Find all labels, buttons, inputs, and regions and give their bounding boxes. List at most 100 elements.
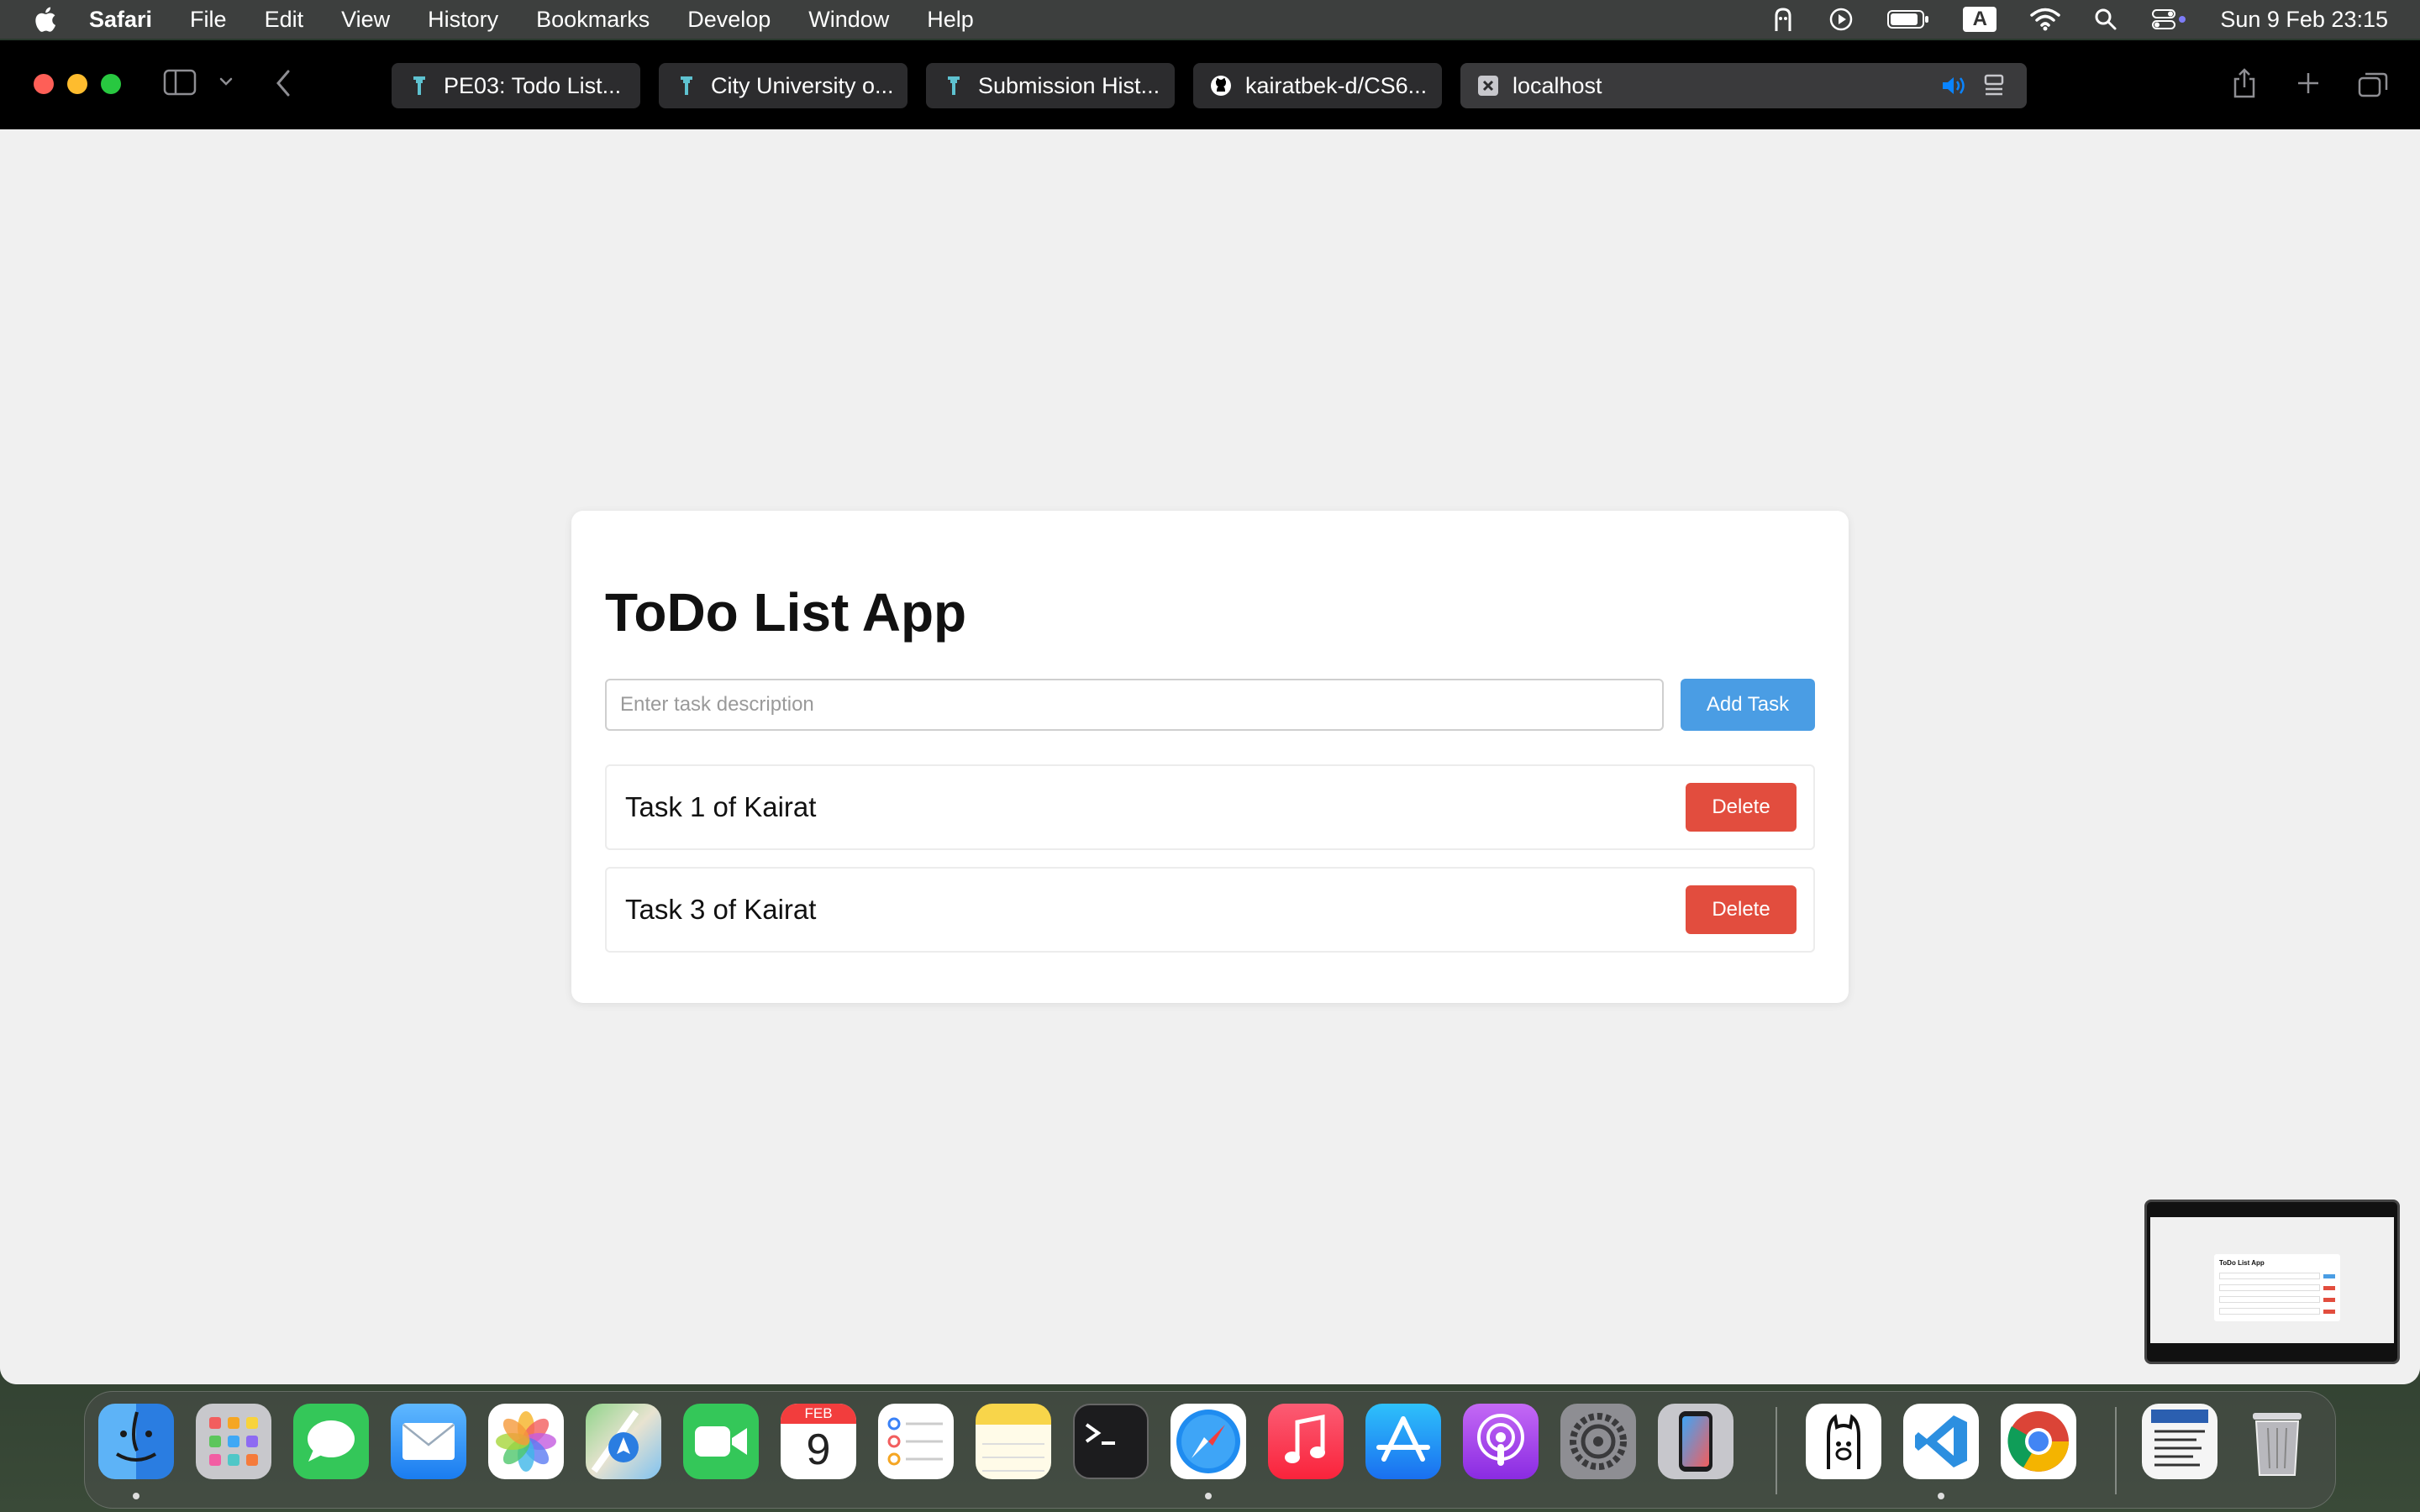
tab-label: PE03: Todo List... — [444, 72, 622, 98]
dock-terminal-icon[interactable] — [1073, 1404, 1149, 1479]
calendar-day: 9 — [806, 1425, 831, 1474]
dock-facetime-icon[interactable] — [683, 1404, 759, 1479]
dock-photos-icon[interactable] — [488, 1404, 564, 1479]
input-source-icon[interactable]: A — [1963, 7, 1997, 32]
thumbnail-row — [2219, 1308, 2320, 1315]
tab-city-university[interactable]: City University o... — [659, 63, 908, 108]
play-circle-icon[interactable] — [1828, 7, 1854, 32]
dock-safari-icon[interactable] — [1171, 1404, 1246, 1479]
dock-reminders-icon[interactable] — [878, 1404, 954, 1479]
menu-bookmarks[interactable]: Bookmarks — [536, 7, 650, 33]
thumbnail-title: ToDo List App — [2219, 1259, 2265, 1267]
apple-icon[interactable] — [32, 5, 57, 34]
thumbnail-delete-button — [2323, 1286, 2335, 1290]
dock-app-store-icon[interactable] — [1365, 1404, 1441, 1479]
menu-bar: Safari File Edit View History Bookmarks … — [0, 0, 2420, 39]
tab-label: City University o... — [711, 72, 894, 98]
wifi-icon[interactable] — [2030, 8, 2061, 31]
menu-edit[interactable]: Edit — [265, 7, 304, 33]
running-indicator — [1205, 1493, 1212, 1499]
dock-music-icon[interactable] — [1268, 1404, 1344, 1479]
dock-chrome-icon[interactable] — [2001, 1404, 2076, 1479]
running-indicator — [1938, 1493, 1944, 1499]
thumbnail-input — [2219, 1273, 2320, 1279]
tab-overview-icon[interactable] — [2358, 71, 2388, 97]
task-item: Task 1 of Kairat Delete — [605, 764, 1815, 850]
menu-history[interactable]: History — [428, 7, 498, 33]
dock-finder-icon[interactable] — [98, 1404, 174, 1479]
calendar-month: FEB — [781, 1404, 856, 1424]
dock-vscode-icon[interactable] — [1903, 1404, 1979, 1479]
dock-system-settings-icon[interactable] — [1560, 1404, 1636, 1479]
chevron-down-icon[interactable] — [218, 76, 234, 87]
tab-github[interactable]: kairatbek-d/CS6... — [1193, 63, 1442, 108]
battery-icon[interactable] — [1887, 8, 1929, 30]
dock-maps-icon[interactable] — [586, 1404, 661, 1479]
task-text: Task 1 of Kairat — [625, 791, 817, 822]
safari-window: PE03: Todo List... City University o... … — [0, 40, 2420, 1384]
canvas-icon — [413, 76, 425, 95]
tab-label: localhost — [1512, 72, 1602, 98]
tab-submission-history[interactable]: Submission Hist... — [926, 63, 1175, 108]
dock: FEB 9 — [84, 1391, 2336, 1509]
running-indicator — [133, 1493, 139, 1499]
dock-notes-icon[interactable] — [976, 1404, 1051, 1479]
task-text: Task 3 of Kairat — [625, 894, 817, 925]
dock-calendar-icon[interactable]: FEB 9 — [781, 1404, 856, 1479]
sidebar-toggle-icon[interactable] — [163, 69, 197, 96]
tab-label: Submission Hist... — [978, 72, 1160, 98]
menu-view[interactable]: View — [341, 7, 390, 33]
task-item: Task 3 of Kairat Delete — [605, 867, 1815, 953]
menu-app-safari[interactable]: Safari — [89, 7, 152, 33]
close-window-button[interactable] — [34, 74, 54, 94]
dock-trash-icon[interactable] — [2239, 1404, 2315, 1479]
browser-toolbar: PE03: Todo List... City University o... … — [0, 40, 2420, 129]
dock-separator — [2115, 1407, 2117, 1494]
tab-label: kairatbek-d/CS6... — [1245, 72, 1428, 98]
minimize-window-button[interactable] — [67, 74, 87, 94]
dock-launchpad-icon[interactable] — [196, 1404, 271, 1479]
dock-ollama-icon[interactable] — [1806, 1404, 1881, 1479]
delete-task-button[interactable]: Delete — [1686, 885, 1797, 934]
menu-window[interactable]: Window — [808, 7, 889, 33]
reader-icon[interactable] — [1983, 74, 2005, 97]
clock[interactable]: Sun 9 Feb 23:15 — [2220, 7, 2388, 33]
new-tab-icon[interactable] — [2296, 71, 2321, 96]
thumbnail-page: ToDo List App — [2150, 1217, 2394, 1343]
task-description-input[interactable] — [605, 679, 1664, 731]
dock-separator — [1776, 1407, 1777, 1494]
thumbnail-row — [2219, 1284, 2320, 1291]
canvas-icon — [948, 76, 960, 95]
page-title: ToDo List App — [605, 582, 967, 643]
dock-podcasts-icon[interactable] — [1463, 1404, 1539, 1479]
control-center-icon[interactable] — [2151, 8, 2186, 31]
dock-mail-icon[interactable] — [391, 1404, 466, 1479]
share-icon[interactable] — [2232, 67, 2257, 99]
thumbnail-row — [2219, 1296, 2320, 1303]
canvas-icon — [681, 76, 692, 95]
tab-pe03[interactable]: PE03: Todo List... — [392, 63, 640, 108]
add-task-button[interactable]: Add Task — [1681, 679, 1815, 731]
dock-document-icon[interactable] — [2142, 1404, 2217, 1479]
page-content: ToDo List App Add Task Task 1 of Kairat … — [0, 129, 2420, 1384]
delete-task-button[interactable]: Delete — [1686, 783, 1797, 832]
ollama-status-icon[interactable] — [1771, 6, 1795, 33]
thumbnail-card: ToDo List App — [2214, 1254, 2340, 1321]
thumbnail-delete-button — [2323, 1310, 2335, 1314]
todo-card: ToDo List App Add Task Task 1 of Kairat … — [571, 511, 1849, 1003]
github-icon — [1211, 76, 1231, 96]
menu-develop[interactable]: Develop — [687, 7, 771, 33]
speaker-icon[interactable] — [1941, 75, 1968, 97]
dock-iphone-mirroring-icon[interactable] — [1658, 1404, 1733, 1479]
back-icon[interactable] — [274, 69, 292, 97]
spotlight-search-icon[interactable] — [2094, 8, 2118, 31]
dock-messages-icon[interactable] — [293, 1404, 369, 1479]
thumbnail-delete-button — [2323, 1298, 2335, 1302]
tab-localhost[interactable]: localhost — [1460, 63, 2027, 108]
screenshot-thumbnail[interactable]: ToDo List App — [2144, 1200, 2400, 1364]
zoom-window-button[interactable] — [101, 74, 121, 94]
close-tab-icon[interactable] — [1477, 75, 1499, 97]
menu-help[interactable]: Help — [927, 7, 974, 33]
menu-file[interactable]: File — [190, 7, 227, 33]
thumbnail-add-button — [2323, 1274, 2335, 1278]
